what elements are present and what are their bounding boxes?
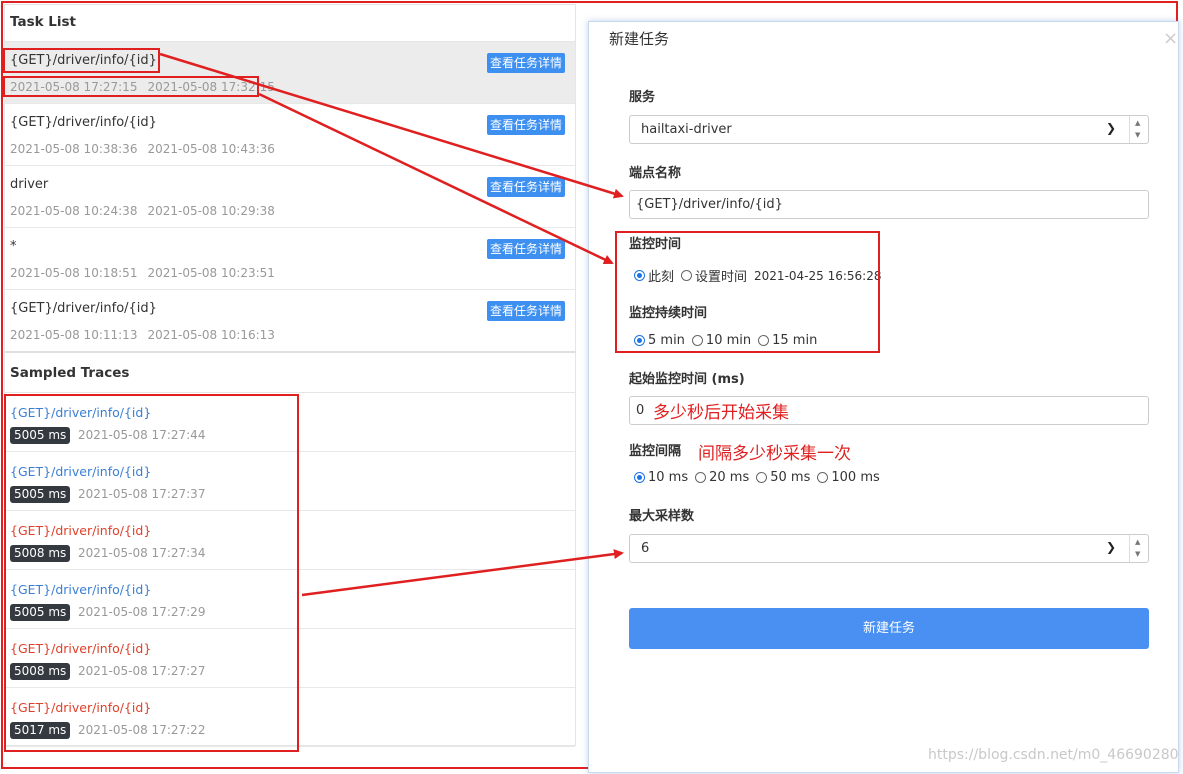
arrow-to-endpoint	[159, 52, 624, 199]
watermark: https://blog.csdn.net/m0_46690280	[928, 747, 1179, 763]
annotation-arrows	[159, 52, 624, 597]
arrow-to-max-samples	[301, 549, 624, 597]
arrow-to-monitor-settings	[258, 92, 614, 265]
